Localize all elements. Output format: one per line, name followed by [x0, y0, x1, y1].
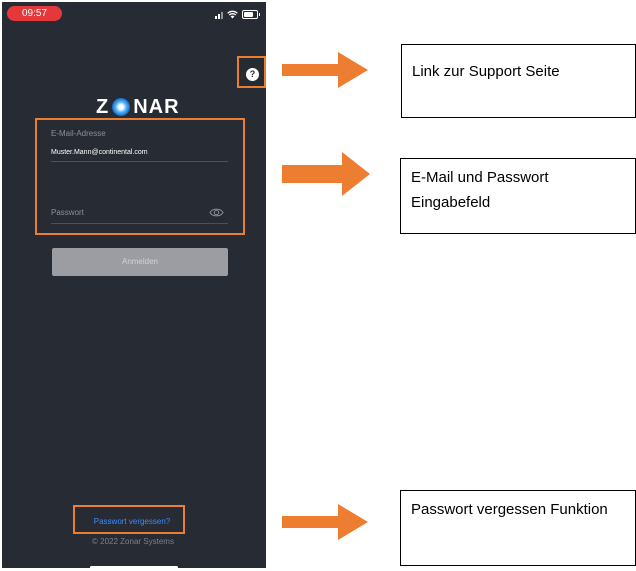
signal-icon [215, 10, 223, 19]
copyright-text: © 2022 Zonar Systems [92, 537, 174, 546]
credentials-highlight-box [35, 118, 245, 235]
forgot-highlight-box [73, 505, 185, 534]
login-button[interactable]: Anmelden [52, 248, 228, 276]
arrow-right-icon [282, 504, 368, 540]
logo-orb-icon [112, 98, 131, 116]
zonar-logo: Z NAR [96, 95, 180, 119]
support-callout: Link zur Support Seite [401, 44, 636, 118]
status-icons [215, 8, 260, 20]
arrow-right-icon [282, 52, 368, 88]
wifi-icon [227, 10, 238, 18]
arrow-right-icon [282, 152, 370, 196]
status-bar: 09:57 [2, 2, 266, 26]
phone-screen: 09:57 ? Z NAR E-Mail-Adresse Muster.Mann… [2, 2, 266, 568]
forgot-callout: Passwort vergessen Funktion [400, 490, 636, 566]
home-indicator [90, 566, 178, 568]
support-highlight-box [237, 56, 266, 88]
logo-text-right: NAR [133, 95, 180, 118]
logo-text-left: Z [96, 95, 110, 118]
credentials-callout: E-Mail und Passwort Eingabefeld [400, 158, 636, 234]
battery-icon [242, 9, 260, 19]
status-time: 09:57 [7, 6, 62, 21]
